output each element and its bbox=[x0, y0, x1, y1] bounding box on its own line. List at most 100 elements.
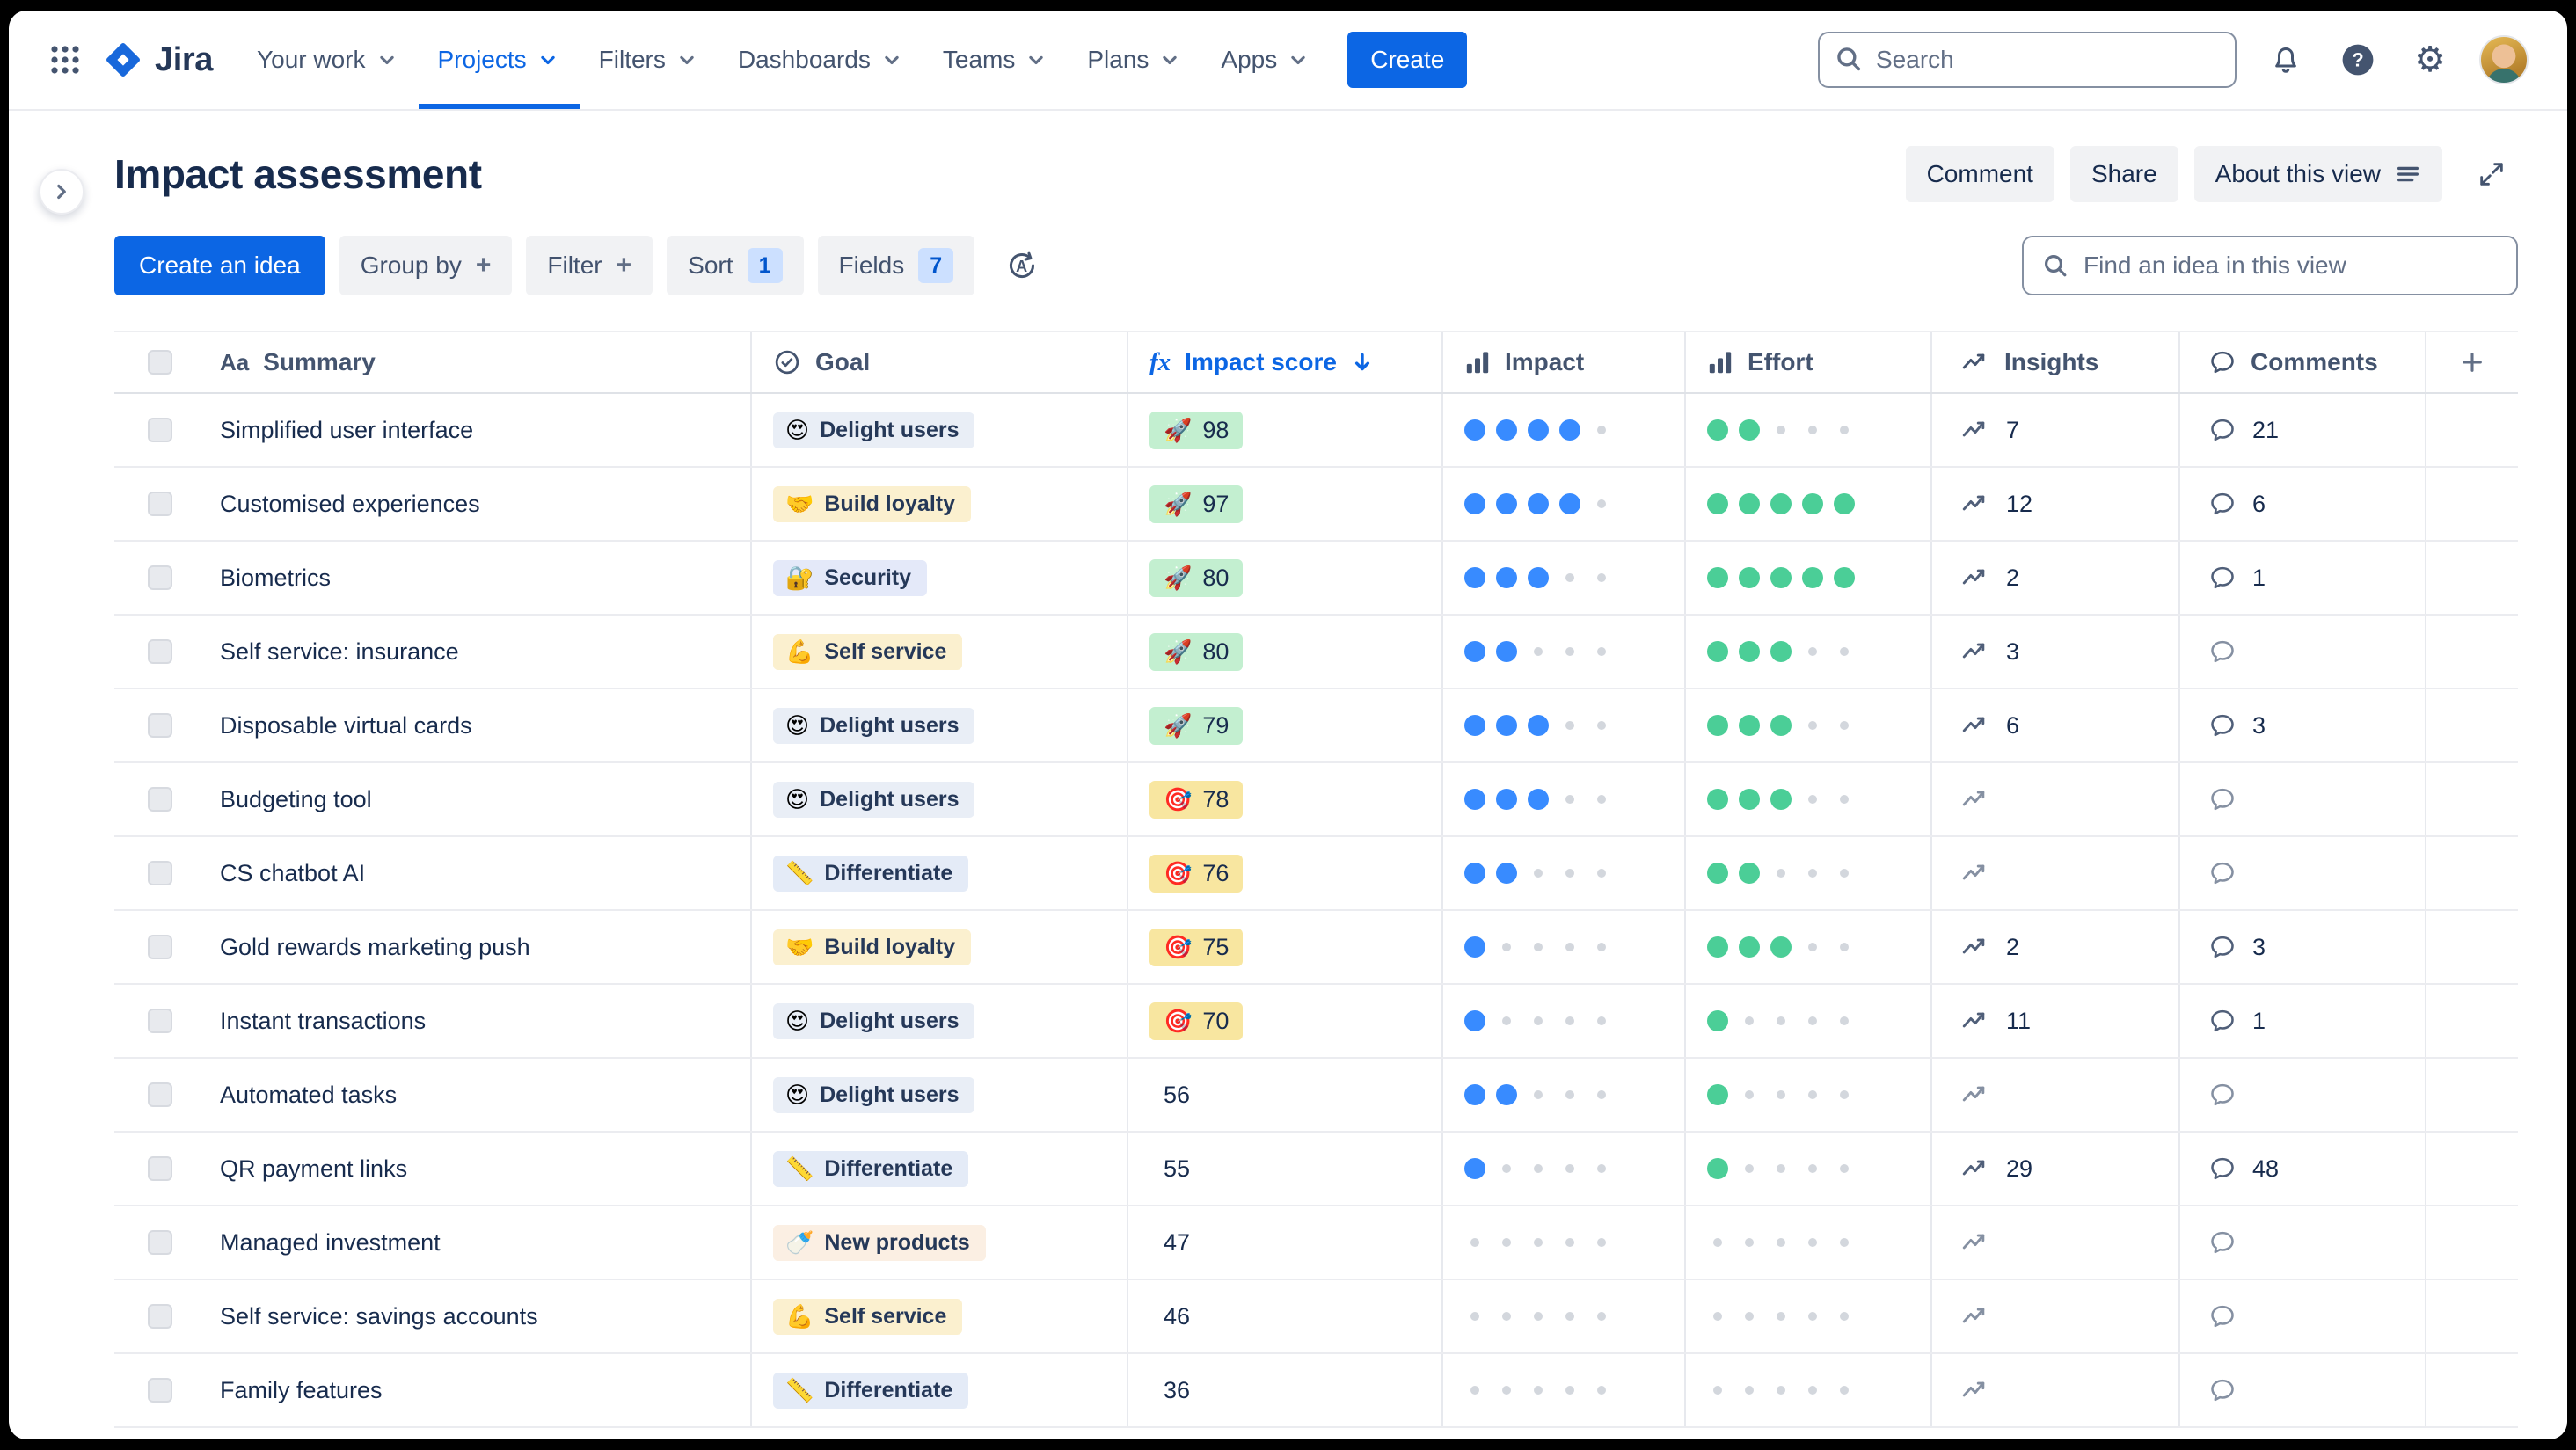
table-row[interactable]: Disposable virtual cards 😍 Delight users 🚀 7… bbox=[114, 689, 2518, 763]
comments-cell[interactable] bbox=[2178, 1280, 2425, 1352]
effort-cell[interactable] bbox=[1684, 911, 1930, 983]
insights-cell[interactable]: 11 bbox=[1930, 985, 2178, 1057]
goal-cell[interactable]: 📏 Differentiate bbox=[750, 1354, 1127, 1426]
goal-cell[interactable]: 📏 Differentiate bbox=[750, 1133, 1127, 1205]
impact-cell[interactable] bbox=[1441, 1133, 1684, 1205]
goal-cell[interactable]: 🔐 Security bbox=[750, 542, 1127, 614]
sidebar-expand-button[interactable] bbox=[39, 169, 84, 215]
impact-cell[interactable] bbox=[1441, 616, 1684, 688]
goal-cell[interactable]: 💪 Self service bbox=[750, 1280, 1127, 1352]
impact-score-cell[interactable]: 🚀 79 bbox=[1127, 689, 1441, 761]
goal-cell[interactable]: 😍 Delight users bbox=[750, 1059, 1127, 1131]
table-row[interactable]: CS chatbot AI 📏 Differentiate 🎯 76 bbox=[114, 837, 2518, 911]
row-checkbox[interactable] bbox=[148, 861, 172, 885]
impact-score-cell[interactable]: 56 bbox=[1127, 1059, 1441, 1131]
nav-item-teams[interactable]: Teams bbox=[923, 11, 1068, 109]
column-header-insights[interactable]: Insights bbox=[1930, 332, 2178, 392]
effort-cell[interactable] bbox=[1684, 542, 1930, 614]
impact-cell[interactable] bbox=[1441, 985, 1684, 1057]
table-row[interactable]: Self service: insurance 💪 Self service 🚀 80 3 bbox=[114, 616, 2518, 689]
summary-cell[interactable]: Budgeting tool bbox=[206, 763, 750, 835]
effort-cell[interactable] bbox=[1684, 689, 1930, 761]
insights-cell[interactable] bbox=[1930, 837, 2178, 909]
impact-score-cell[interactable]: 47 bbox=[1127, 1206, 1441, 1279]
effort-cell[interactable] bbox=[1684, 616, 1930, 688]
comment-button[interactable]: Comment bbox=[1905, 146, 2054, 202]
impact-cell[interactable] bbox=[1441, 468, 1684, 540]
row-checkbox[interactable] bbox=[148, 639, 172, 664]
row-checkbox[interactable] bbox=[148, 1082, 172, 1107]
summary-cell[interactable]: Gold rewards marketing push bbox=[206, 911, 750, 983]
comments-cell[interactable]: 3 bbox=[2178, 689, 2425, 761]
insights-cell[interactable]: 12 bbox=[1930, 468, 2178, 540]
effort-cell[interactable] bbox=[1684, 985, 1930, 1057]
effort-cell[interactable] bbox=[1684, 1059, 1930, 1131]
column-header-summary[interactable]: Aa Summary bbox=[206, 332, 750, 392]
table-row[interactable]: Budgeting tool 😍 Delight users 🎯 78 bbox=[114, 763, 2518, 837]
summary-cell[interactable]: QR payment links bbox=[206, 1133, 750, 1205]
nav-item-projects[interactable]: Projects bbox=[418, 11, 580, 109]
goal-cell[interactable]: 💪 Self service bbox=[750, 616, 1127, 688]
column-header-comments[interactable]: Comments bbox=[2178, 332, 2425, 392]
nav-item-plans[interactable]: Plans bbox=[1068, 11, 1201, 109]
find-idea-input[interactable] bbox=[2022, 236, 2518, 295]
insights-cell[interactable]: 29 bbox=[1930, 1133, 2178, 1205]
goal-cell[interactable]: 😍 Delight users bbox=[750, 394, 1127, 466]
comments-cell[interactable] bbox=[2178, 1059, 2425, 1131]
summary-cell[interactable]: Biometrics bbox=[206, 542, 750, 614]
impact-cell[interactable] bbox=[1441, 1059, 1684, 1131]
impact-score-cell[interactable]: 🎯 76 bbox=[1127, 837, 1441, 909]
effort-cell[interactable] bbox=[1684, 1280, 1930, 1352]
settings-gear-icon[interactable]: ⚙ bbox=[2407, 37, 2453, 83]
row-checkbox[interactable] bbox=[148, 787, 172, 812]
table-row[interactable]: QR payment links 📏 Differentiate 55 29 48 bbox=[114, 1133, 2518, 1206]
row-checkbox[interactable] bbox=[148, 1156, 172, 1181]
insights-cell[interactable]: 2 bbox=[1930, 911, 2178, 983]
summary-cell[interactable]: Instant transactions bbox=[206, 985, 750, 1057]
row-checkbox[interactable] bbox=[148, 1304, 172, 1329]
comments-cell[interactable]: 48 bbox=[2178, 1133, 2425, 1205]
select-all-checkbox[interactable] bbox=[148, 350, 172, 375]
summary-cell[interactable]: CS chatbot AI bbox=[206, 837, 750, 909]
user-avatar[interactable] bbox=[2479, 35, 2529, 84]
row-checkbox[interactable] bbox=[148, 1378, 172, 1403]
help-icon[interactable]: ? bbox=[2335, 37, 2381, 83]
summary-cell[interactable]: Self service: insurance bbox=[206, 616, 750, 688]
about-view-button[interactable]: About this view bbox=[2193, 146, 2442, 202]
insights-cell[interactable]: 2 bbox=[1930, 542, 2178, 614]
column-header-impact-score[interactable]: fx Impact score bbox=[1127, 332, 1441, 392]
summary-cell[interactable]: Customised experiences bbox=[206, 468, 750, 540]
table-row[interactable]: Simplified user interface 😍 Delight users 🚀… bbox=[114, 394, 2518, 468]
comments-cell[interactable] bbox=[2178, 763, 2425, 835]
fullscreen-expand-icon[interactable] bbox=[2465, 148, 2518, 200]
jira-logo[interactable]: Jira bbox=[104, 40, 213, 79]
share-button[interactable]: Share bbox=[2069, 146, 2178, 202]
comments-cell[interactable] bbox=[2178, 1206, 2425, 1279]
table-row[interactable]: Customised experiences 🤝 Build loyalty 🚀 97 1… bbox=[114, 468, 2518, 542]
insights-cell[interactable] bbox=[1930, 1280, 2178, 1352]
summary-cell[interactable]: Automated tasks bbox=[206, 1059, 750, 1131]
impact-score-cell[interactable]: 🎯 70 bbox=[1127, 985, 1441, 1057]
nav-item-apps[interactable]: Apps bbox=[1201, 11, 1330, 109]
impact-cell[interactable] bbox=[1441, 911, 1684, 983]
goal-cell[interactable]: 😍 Delight users bbox=[750, 689, 1127, 761]
comments-cell[interactable] bbox=[2178, 1354, 2425, 1426]
summary-cell[interactable]: Managed investment bbox=[206, 1206, 750, 1279]
impact-cell[interactable] bbox=[1441, 542, 1684, 614]
auto-sort-icon[interactable]: A bbox=[992, 236, 1052, 295]
goal-cell[interactable]: 📏 Differentiate bbox=[750, 837, 1127, 909]
impact-cell[interactable] bbox=[1441, 689, 1684, 761]
summary-cell[interactable]: Self service: savings accounts bbox=[206, 1280, 750, 1352]
impact-score-cell[interactable]: 🚀 98 bbox=[1127, 394, 1441, 466]
table-row[interactable]: Managed investment 🍼 New products 47 bbox=[114, 1206, 2518, 1280]
effort-cell[interactable] bbox=[1684, 837, 1930, 909]
impact-cell[interactable] bbox=[1441, 1280, 1684, 1352]
summary-cell[interactable]: Disposable virtual cards bbox=[206, 689, 750, 761]
search-input[interactable] bbox=[1818, 32, 2237, 88]
impact-score-cell[interactable]: 🚀 80 bbox=[1127, 616, 1441, 688]
row-checkbox[interactable] bbox=[148, 418, 172, 442]
create-button[interactable]: Create bbox=[1347, 32, 1468, 88]
comments-cell[interactable]: 6 bbox=[2178, 468, 2425, 540]
comments-cell[interactable]: 3 bbox=[2178, 911, 2425, 983]
row-checkbox[interactable] bbox=[148, 713, 172, 738]
